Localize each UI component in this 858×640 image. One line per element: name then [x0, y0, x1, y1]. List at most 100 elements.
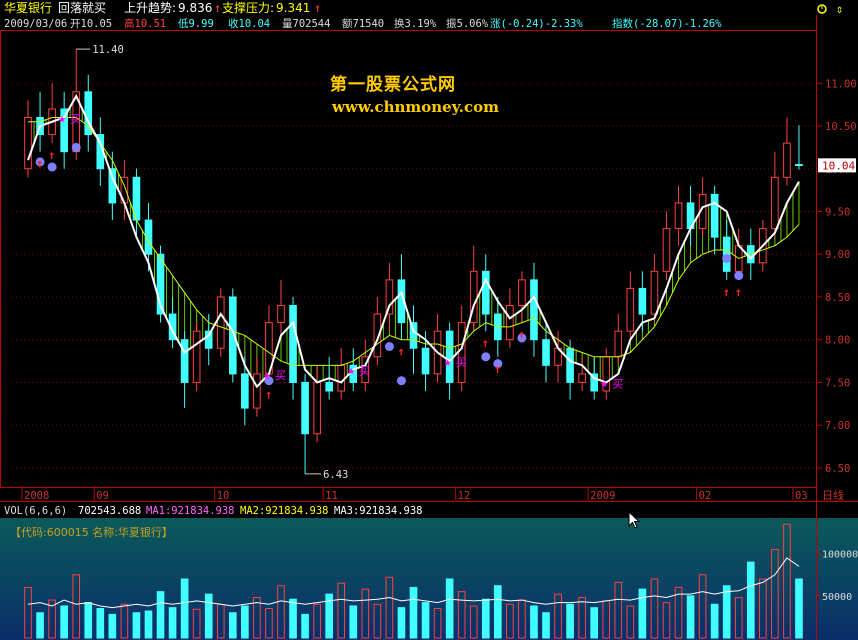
current-price-label: 10.04 — [822, 159, 855, 172]
buy-arrow-icon: ↑ — [397, 345, 404, 359]
signal-dot — [722, 254, 732, 263]
watermark-title: 第一股票公式网 — [330, 75, 456, 95]
buy-arrow-icon: ↑ — [494, 362, 501, 376]
volume-bar — [228, 612, 237, 639]
candle-body — [337, 364, 346, 392]
volume-value: 702543.688 — [78, 505, 141, 517]
buy-arrow-icon: ↑ — [482, 336, 489, 350]
volume-bar — [530, 605, 538, 639]
candle-body — [313, 381, 321, 435]
buy-arrow-icon: ↑ — [723, 285, 730, 299]
y-tick-label: 7.50 — [825, 377, 850, 389]
candle-body — [253, 373, 261, 409]
volume-bar — [686, 595, 695, 639]
info-date: 2009/03/06 — [4, 18, 67, 30]
info-amplitude: 振5.06% — [446, 17, 489, 30]
watermark-url: www.chnmoney.com — [332, 98, 499, 116]
up-down-icon: ⇕ — [836, 2, 843, 16]
volume-bar — [566, 603, 574, 639]
volume-bar — [722, 585, 731, 639]
buy-star-icon: ★ — [58, 111, 66, 126]
buy-arrow-icon: ↑ — [518, 328, 525, 342]
chart-canvas: 华夏银行 回落就买 上升趋势: 9.836 支撑压力: 9.341 ↑ ↑ 2009/03/06… — [0, 0, 858, 640]
x-tick-label: 2008 — [24, 490, 49, 502]
candle-body — [301, 381, 309, 435]
stock-name: 华夏银行 — [4, 1, 52, 15]
candle-body — [84, 91, 93, 136]
candle-body — [771, 176, 779, 230]
buy-arrow-icon: ↑ — [735, 285, 742, 299]
candle-body — [325, 381, 333, 392]
x-tick-label: 02 — [699, 490, 712, 502]
candle-body — [783, 142, 791, 178]
x-tick-label: 03 — [795, 490, 808, 502]
x-tick-label: 2009 — [590, 490, 615, 502]
volume-bar — [204, 593, 213, 639]
volume-bar — [168, 607, 177, 639]
volume-bar — [108, 613, 117, 639]
info-open: 开10.05 — [70, 18, 112, 30]
volume-bar — [445, 578, 454, 639]
x-tick-label: 10 — [217, 490, 230, 502]
volume-bar — [156, 591, 165, 639]
volume-bar — [710, 603, 719, 639]
volume-bar — [241, 605, 249, 639]
info-change: 涨(-0.24)-2.33% — [490, 18, 583, 30]
candle-body — [650, 270, 659, 315]
volume-bar — [180, 578, 189, 639]
candle-body — [518, 279, 526, 307]
volume-y-tick-label: 50000 — [822, 592, 852, 603]
volume-bar — [289, 598, 297, 639]
info-amount: 额71540 — [342, 17, 384, 30]
volume-ma1: MA1:921834.938 — [146, 505, 235, 517]
candle-body — [216, 296, 225, 349]
volume-bar — [36, 612, 44, 639]
volume-ma3: MA3:921834.938 — [334, 505, 423, 517]
candle-body — [457, 322, 466, 383]
buy-star-icon: ★ — [444, 355, 452, 370]
candle-body — [578, 373, 586, 383]
volume-bar — [795, 578, 803, 639]
candle-body — [241, 373, 249, 409]
y-tick-label: 7.00 — [825, 420, 850, 432]
high-marker-label: 11.40 — [92, 44, 124, 56]
candle-body — [481, 270, 490, 315]
y-tick-label: 9.50 — [825, 206, 850, 218]
volume-bar — [96, 608, 105, 639]
candle-body — [795, 163, 803, 166]
volume-bar — [144, 610, 153, 639]
indicator-name: 回落就买 — [58, 1, 106, 15]
signal-dot — [71, 142, 81, 152]
signal-dot — [47, 162, 57, 172]
volume-bar — [60, 605, 68, 639]
mouse-pointer-icon — [628, 511, 640, 529]
signal-dot — [734, 271, 744, 281]
volume-bar — [349, 605, 358, 639]
volume-bar — [542, 612, 550, 639]
volume-bar — [301, 613, 309, 639]
candle-body — [289, 305, 297, 383]
buy-label: 买 — [612, 377, 623, 390]
buy-label: 买 — [359, 365, 370, 378]
period-button[interactable]: 日线 — [822, 488, 844, 502]
candle-body — [24, 116, 32, 170]
buy-arrow-icon: ↑ — [36, 157, 43, 171]
candle-body — [180, 339, 189, 383]
x-tick-label: 12 — [458, 490, 471, 502]
up-arrow-icon: ↑ — [314, 1, 321, 15]
signal-dot — [481, 352, 491, 362]
candle-body — [108, 168, 117, 204]
x-tick-label: 11 — [325, 490, 338, 502]
volume-bar — [494, 585, 502, 639]
trend-value: 9.836 — [178, 1, 212, 15]
x-tick-label: 09 — [96, 490, 109, 502]
buy-label: 买 — [275, 369, 286, 382]
candle-body — [385, 279, 394, 315]
volume-bar — [421, 602, 430, 639]
volume-bar — [481, 598, 490, 639]
y-tick-label: 10.50 — [825, 121, 857, 133]
candle-body — [662, 228, 671, 272]
buy-star-icon: ★ — [263, 368, 271, 383]
volume-header: VOL(6,6,6) — [4, 505, 67, 517]
info-volume: 量702544 — [282, 18, 330, 30]
